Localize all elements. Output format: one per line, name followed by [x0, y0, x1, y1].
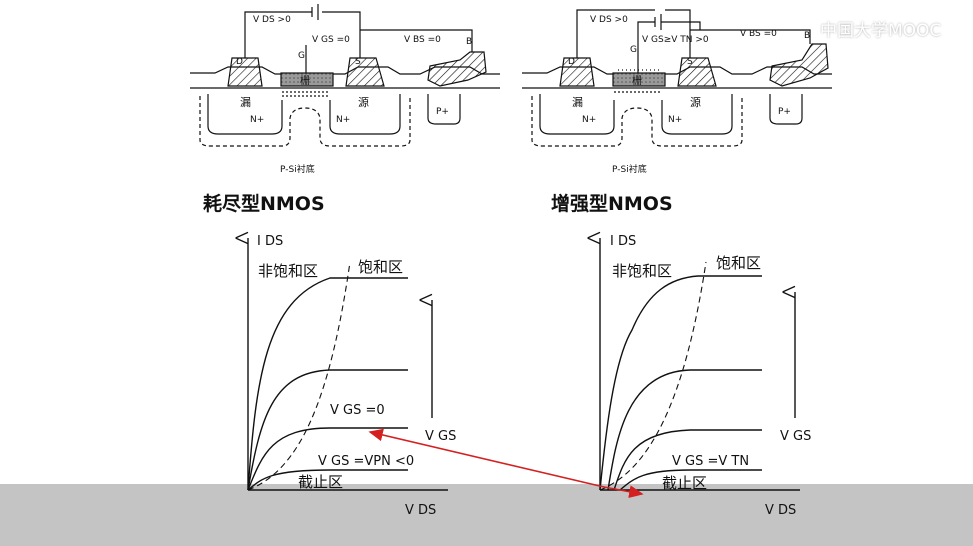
right-vgs-label: V GS≥V TN >0: [642, 35, 709, 45]
left-region-sat: 饱和区: [358, 258, 403, 276]
source-contact: [345, 57, 385, 87]
right-region-linear: 非饱和区: [612, 262, 672, 280]
diagram-canvas: V DS >0 V GS =0 V BS =0 D G S B 漏 栅 源 N+…: [190, 4, 832, 518]
left-s-label: S: [355, 57, 361, 67]
left-cross-labels: V DS >0 V GS =0 V BS =0 D G S B 漏 栅 源 N+…: [236, 15, 472, 175]
right-s-label: S: [687, 57, 693, 67]
left-gate-label: 栅: [300, 74, 310, 87]
left-b-label: B: [466, 37, 472, 47]
right-cross-section: [522, 9, 832, 147]
right-vbs-label: V BS =0: [740, 29, 777, 39]
right-vds-label: V DS >0: [590, 15, 628, 25]
drain-contact: [227, 57, 263, 87]
right-g-label: G: [630, 45, 637, 55]
left-g-label: G: [298, 51, 305, 61]
left-n2-label: N+: [336, 115, 350, 125]
right-substrate-label: P-Si衬底: [612, 163, 647, 175]
left-substrate-label: P-Si衬底: [280, 163, 315, 175]
left-vbs-label: V BS =0: [404, 35, 441, 45]
right-xlabel: V DS: [765, 503, 796, 518]
left-n1-label: N+: [250, 115, 264, 125]
left-vgs-label: V GS =0: [312, 35, 350, 45]
left-xlabel: V DS: [405, 503, 436, 518]
body-contact-r: [769, 43, 829, 87]
right-gate-label: 栅: [632, 74, 642, 87]
left-source-label: 源: [358, 95, 369, 109]
source-contact-r: [677, 57, 717, 87]
right-ylabel: I DS: [610, 234, 636, 249]
left-curve-label-mid: V GS =0: [330, 403, 385, 418]
right-region-cut: 截止区: [662, 474, 707, 492]
body-contact: [427, 51, 487, 87]
left-region-cut: 截止区: [298, 473, 343, 491]
drain-contact-r: [559, 57, 595, 87]
right-source-label: 源: [690, 95, 701, 109]
right-pplus-label: P+: [778, 107, 791, 117]
left-d-label: D: [236, 57, 243, 67]
left-curve-label-low: V GS =VPN <0: [318, 454, 414, 469]
right-curve-label-low: V GS =V TN: [672, 454, 749, 469]
left-vds-label: V DS >0: [253, 15, 291, 25]
right-b-label: B: [804, 31, 810, 41]
left-region-linear: 非饱和区: [258, 262, 318, 280]
slide: 中国大学MOOC 耗尽型NMOS 增强型NMOS V DS >0 V GS =0…: [0, 0, 973, 546]
right-d-label: D: [568, 57, 575, 67]
right-vgs-axis-label: V GS: [780, 429, 811, 444]
right-cross-labels: V DS >0 V GS≥V TN >0 V BS =0 D G S B 漏 栅…: [568, 15, 810, 175]
left-curve-2: [247, 369, 408, 491]
left-ylabel: I DS: [257, 234, 283, 249]
left-drain-label: 漏: [240, 96, 251, 109]
right-n1-label: N+: [582, 115, 596, 125]
left-graph-labels: I DS V DS 非饱和区 饱和区 截止区 V GS V GS =0 V GS…: [257, 234, 456, 518]
left-pplus-label: P+: [436, 107, 449, 117]
left-vgs-axis-label: V GS: [425, 429, 456, 444]
right-n2-label: N+: [668, 115, 682, 125]
right-region-sat: 饱和区: [716, 254, 761, 272]
right-drain-label: 漏: [572, 96, 583, 109]
